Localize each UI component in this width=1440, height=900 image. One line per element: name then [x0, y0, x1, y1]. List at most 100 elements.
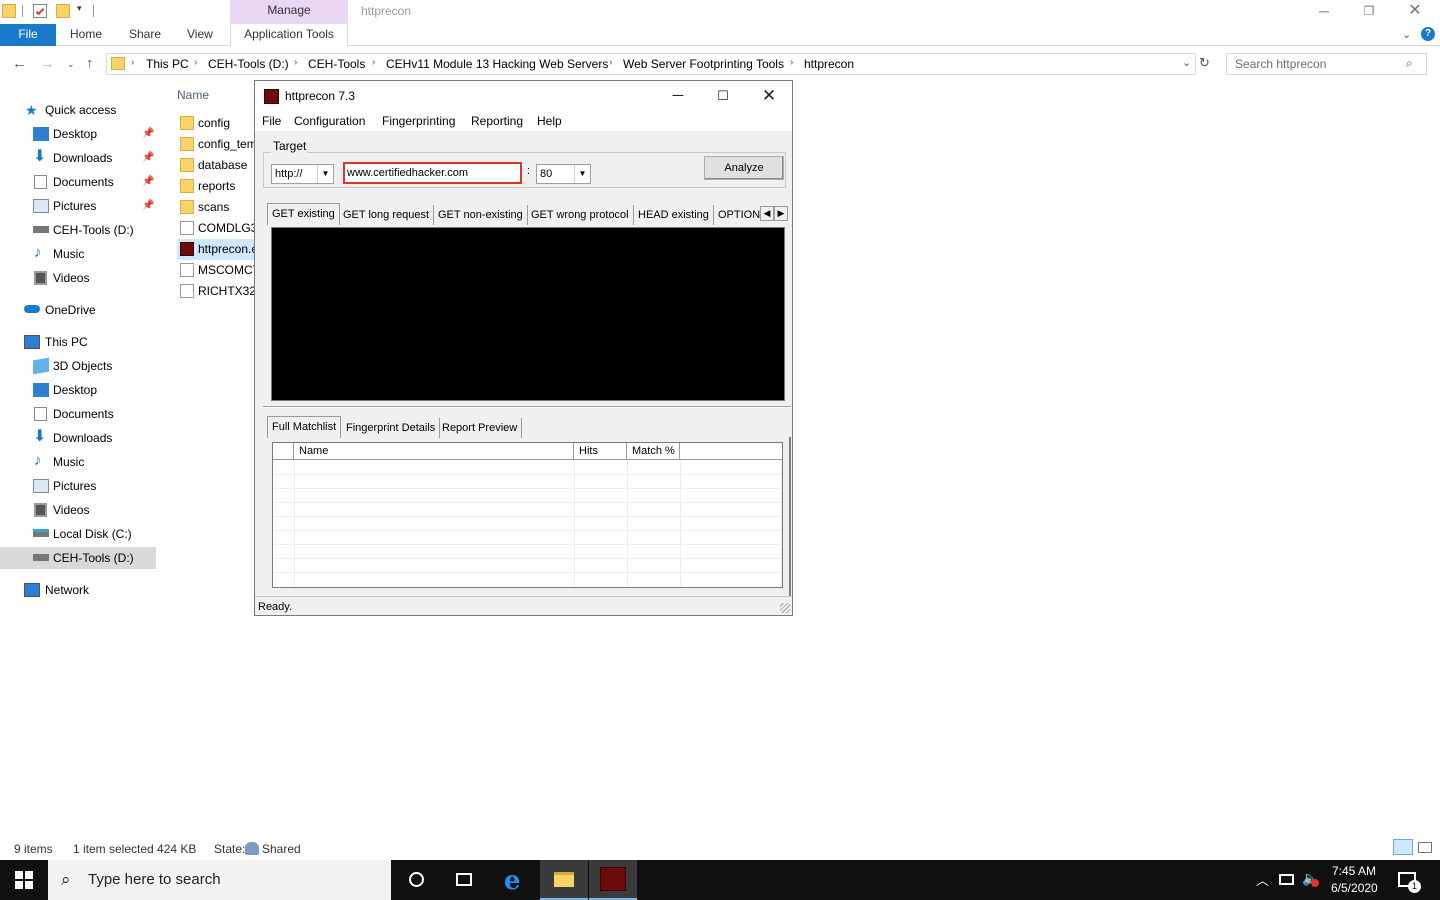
menu-fingerprinting[interactable]: Fingerprinting [382, 114, 455, 128]
back-icon[interactable]: ← [12, 55, 27, 72]
show-hidden-icons-icon[interactable]: ︿ [1256, 870, 1269, 889]
tab-get-non-existing[interactable]: GET non-existing [434, 205, 528, 225]
tab-fingerprint-details[interactable]: Fingerprint Details [342, 418, 441, 438]
table-header-hits[interactable]: Hits [574, 443, 627, 460]
tab-options[interactable]: OPTIONS [714, 205, 762, 225]
nav-quick-pictures[interactable]: Pictures [53, 195, 96, 217]
ribbon-tab-view[interactable]: View [187, 24, 213, 46]
chevron-right-icon[interactable]: › [372, 57, 375, 68]
ribbon-tab-application-tools[interactable]: Application Tools [230, 24, 348, 46]
network-icon[interactable] [1279, 874, 1294, 885]
file-row[interactable]: RICHTX32.OCX [177, 281, 257, 302]
nav-pc-videos[interactable]: Videos [53, 499, 89, 521]
chevron-right-icon[interactable]: › [194, 57, 197, 68]
breadcrumb-ceh-tools-drive[interactable]: CEH-Tools (D:) [208, 57, 289, 71]
file-row[interactable]: reports [177, 176, 257, 197]
breadcrumb-httprecon[interactable]: httprecon [804, 57, 854, 71]
forward-icon[interactable]: → [40, 55, 55, 72]
search-icon[interactable]: ⌕ [1406, 56, 1413, 71]
nav-this-pc[interactable]: This PC [45, 331, 88, 353]
minimize-button[interactable]: ─ [1301, 0, 1347, 22]
restore-button[interactable]: ❐ [1346, 0, 1392, 22]
chevron-right-icon[interactable]: › [131, 57, 134, 68]
resize-grip-icon[interactable] [780, 603, 790, 613]
search-input[interactable]: Search httprecon [1226, 53, 1427, 75]
menu-help[interactable]: Help [537, 114, 562, 128]
help-icon[interactable]: ? [1421, 27, 1435, 41]
port-select[interactable]: 80 ▼ [536, 164, 591, 184]
close-button[interactable]: ✕ [1392, 0, 1438, 22]
scroll-left-icon[interactable]: ◀ [760, 206, 774, 221]
nav-quick-documents[interactable]: Documents [53, 171, 114, 193]
pin-icon[interactable]: 📌 [142, 176, 154, 187]
nav-quick-ceh-tools[interactable]: CEH-Tools (D:) [53, 219, 134, 241]
tab-get-long-request[interactable]: GET long request [339, 205, 435, 225]
target-host-input[interactable]: www.certifiedhacker.com [343, 162, 522, 184]
ribbon-file-tab[interactable]: File [0, 24, 56, 46]
tab-report-preview[interactable]: Report Preview [438, 418, 523, 438]
dropdown-arrow-icon[interactable]: ▼ [317, 165, 333, 183]
cortana-button[interactable] [392, 860, 440, 900]
details-view-icon[interactable] [1393, 839, 1413, 855]
file-row[interactable]: config [177, 113, 257, 134]
nav-quick-music[interactable]: Music [53, 243, 84, 265]
clock-date[interactable]: 6/5/2020 [1331, 881, 1378, 895]
up-icon[interactable]: ↑ [86, 55, 94, 72]
nav-pc-downloads[interactable]: Downloads [53, 427, 112, 449]
customize-quick-access-icon[interactable]: ▾ [77, 3, 82, 14]
nav-pc-documents[interactable]: Documents [53, 403, 114, 425]
file-row[interactable]: MSCOMCTL.OCX [177, 260, 257, 281]
nav-network[interactable]: Network [45, 579, 89, 601]
pin-icon[interactable]: 📌 [142, 152, 154, 163]
taskbar-edge[interactable]: e [491, 860, 539, 900]
refresh-icon[interactable]: ↻ [1199, 55, 1210, 71]
ribbon-tab-home[interactable]: Home [70, 24, 102, 46]
new-folder-icon[interactable] [56, 4, 70, 18]
pin-icon[interactable]: 📌 [142, 200, 154, 211]
taskbar-httprecon[interactable] [589, 860, 637, 900]
file-row-selected[interactable]: httprecon.exe [177, 239, 257, 260]
recent-locations-icon[interactable]: ⌄ [67, 59, 75, 70]
menu-file[interactable]: File [262, 114, 281, 128]
table-header-name[interactable]: Name [294, 443, 574, 460]
breadcrumb-this-pc[interactable]: This PC [146, 57, 189, 71]
clock-time[interactable]: 7:45 AM [1332, 864, 1376, 878]
chevron-right-icon[interactable]: › [294, 57, 297, 68]
nav-pc-3d-objects[interactable]: 3D Objects [53, 355, 112, 377]
tab-head-existing[interactable]: HEAD existing [634, 205, 714, 225]
start-button[interactable] [0, 860, 48, 900]
nav-onedrive[interactable]: OneDrive [45, 299, 96, 321]
chevron-right-icon[interactable]: › [609, 57, 612, 68]
nav-pc-music[interactable]: Music [53, 451, 84, 473]
nav-quick-downloads[interactable]: Downloads [53, 147, 112, 169]
taskbar-search-box[interactable]: ⌕ Type here to search [48, 860, 391, 900]
response-output-pane[interactable] [271, 227, 785, 401]
column-header-name[interactable]: Name [177, 88, 209, 102]
breadcrumb-footprinting-tools[interactable]: Web Server Footprinting Tools [623, 57, 784, 71]
pin-icon[interactable]: 📌 [142, 128, 154, 139]
nav-quick-access[interactable]: Quick access [45, 99, 116, 121]
maximize-button[interactable]: ☐ [708, 85, 738, 107]
breadcrumb-ceh-tools[interactable]: CEH-Tools [308, 57, 365, 71]
task-view-button[interactable] [440, 860, 488, 900]
close-button[interactable]: ✕ [754, 85, 784, 107]
file-row[interactable]: database [177, 155, 257, 176]
file-row[interactable]: config_templates [177, 134, 257, 155]
large-icons-view-icon[interactable] [1418, 842, 1432, 853]
scroll-right-icon[interactable]: ▶ [774, 206, 788, 221]
chevron-right-icon[interactable]: › [790, 57, 793, 68]
file-row[interactable]: scans [177, 197, 257, 218]
matchlist-table[interactable]: Name Hits Match % [272, 442, 783, 588]
tab-get-existing[interactable]: GET existing [267, 203, 340, 225]
nav-pc-ceh-tools[interactable]: CEH-Tools (D:) [53, 547, 134, 569]
properties-icon[interactable] [33, 4, 47, 18]
nav-pc-pictures[interactable]: Pictures [53, 475, 96, 497]
file-row[interactable]: COMDLG32.OCX [177, 218, 257, 239]
tab-get-wrong-protocol[interactable]: GET wrong protocol [527, 205, 634, 225]
menu-reporting[interactable]: Reporting [471, 114, 523, 128]
menu-configuration[interactable]: Configuration [294, 114, 365, 128]
taskbar-file-explorer[interactable] [540, 860, 588, 900]
nav-pc-desktop[interactable]: Desktop [53, 379, 97, 401]
ribbon-tab-share[interactable]: Share [129, 24, 161, 46]
table-header-match[interactable]: Match % [627, 443, 680, 460]
